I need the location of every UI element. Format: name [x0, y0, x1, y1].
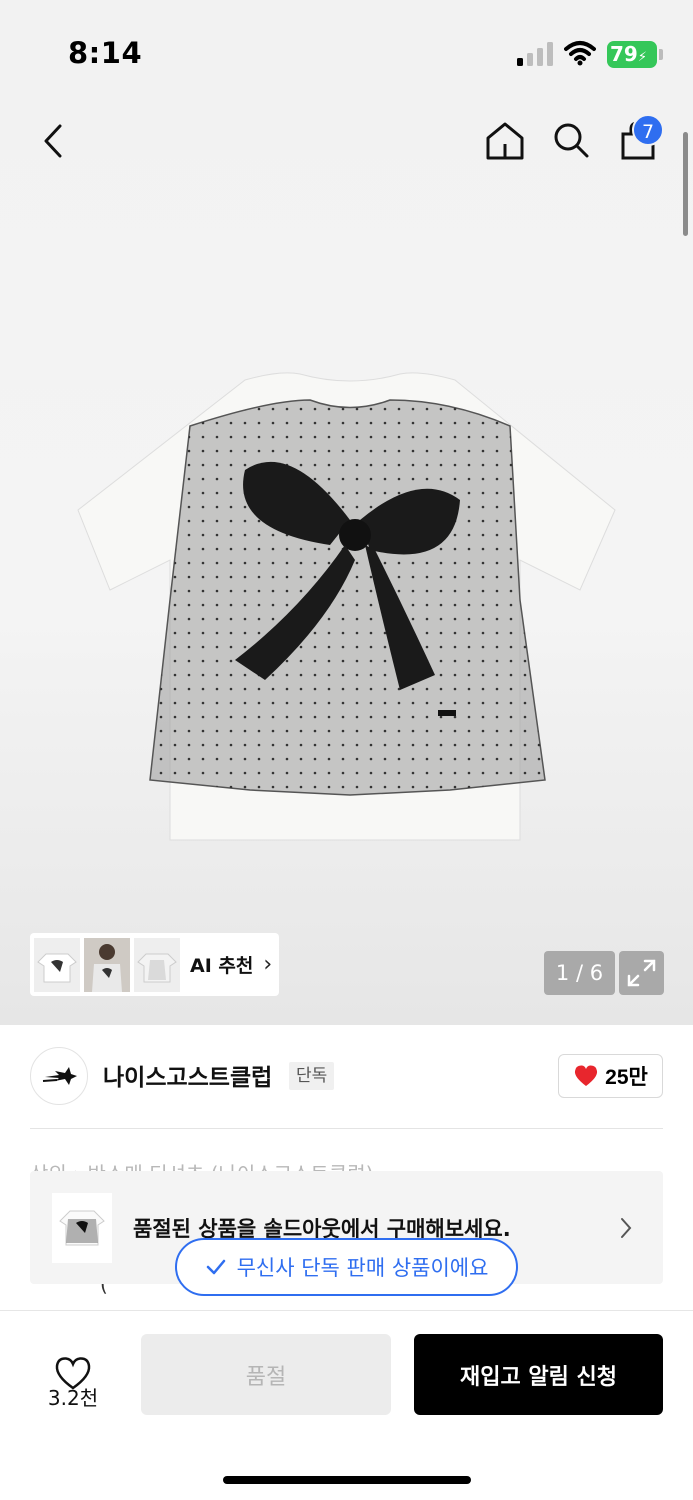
- home-icon: [486, 122, 524, 160]
- soldout-button: 품절: [141, 1334, 391, 1415]
- signal-icon: [517, 42, 553, 66]
- heart-icon: [575, 1065, 598, 1086]
- brand-like-count: 25만: [605, 1066, 648, 1089]
- scrollbar[interactable]: [683, 132, 688, 236]
- brand-name[interactable]: 나이스고스트클럽: [103, 1058, 272, 1092]
- product-image[interactable]: [70, 360, 630, 860]
- home-indicator[interactable]: [223, 1476, 471, 1484]
- battery-icon: 79⚡: [607, 41, 657, 68]
- ai-thumb-1: [34, 937, 80, 992]
- chevron-right-icon: ›: [263, 952, 273, 977]
- exclusive-tag: 단독: [289, 1062, 335, 1090]
- battery-cap: [659, 49, 663, 60]
- banner-thumb: [52, 1193, 112, 1263]
- status-time: 8:14: [68, 36, 143, 70]
- search-icon: [554, 123, 589, 158]
- divider: [30, 1128, 663, 1129]
- restock-alert-button[interactable]: 재입고 알림 신청: [414, 1334, 663, 1415]
- expand-button[interactable]: [619, 951, 664, 995]
- ai-thumb-2: [84, 937, 130, 992]
- expand-icon: [627, 959, 656, 987]
- ai-recommend-button[interactable]: AI 추천 ›: [30, 933, 279, 996]
- brand-like-button[interactable]: 25만: [558, 1054, 663, 1098]
- category-breadcrumb: 상의 › 반소매 티셔츠 (나이스고스트클럽): [30, 1158, 663, 1172]
- ai-recommend-label: AI 추천: [190, 955, 254, 977]
- wifi-icon: [564, 41, 596, 66]
- check-icon: [206, 1259, 225, 1275]
- bottom-divider: [0, 1310, 693, 1311]
- cart-badge: 7: [632, 114, 664, 146]
- battery-level: 79: [610, 42, 638, 66]
- chevron-right-icon: [621, 1218, 632, 1238]
- brand-logo[interactable]: [30, 1047, 88, 1105]
- ai-thumb-3: [134, 937, 180, 992]
- exclusive-pill: 무신사 단독 판매 상품이에요: [175, 1238, 518, 1296]
- search-button[interactable]: [548, 116, 594, 164]
- exclusive-pill-text: 무신사 단독 판매 상품이에요: [236, 1256, 489, 1280]
- wishlist-count: 3.2천: [47, 1386, 99, 1410]
- home-button[interactable]: [482, 116, 528, 164]
- back-button[interactable]: [34, 118, 74, 164]
- back-icon: [44, 124, 62, 158]
- page-counter: 1 / 6: [544, 951, 615, 995]
